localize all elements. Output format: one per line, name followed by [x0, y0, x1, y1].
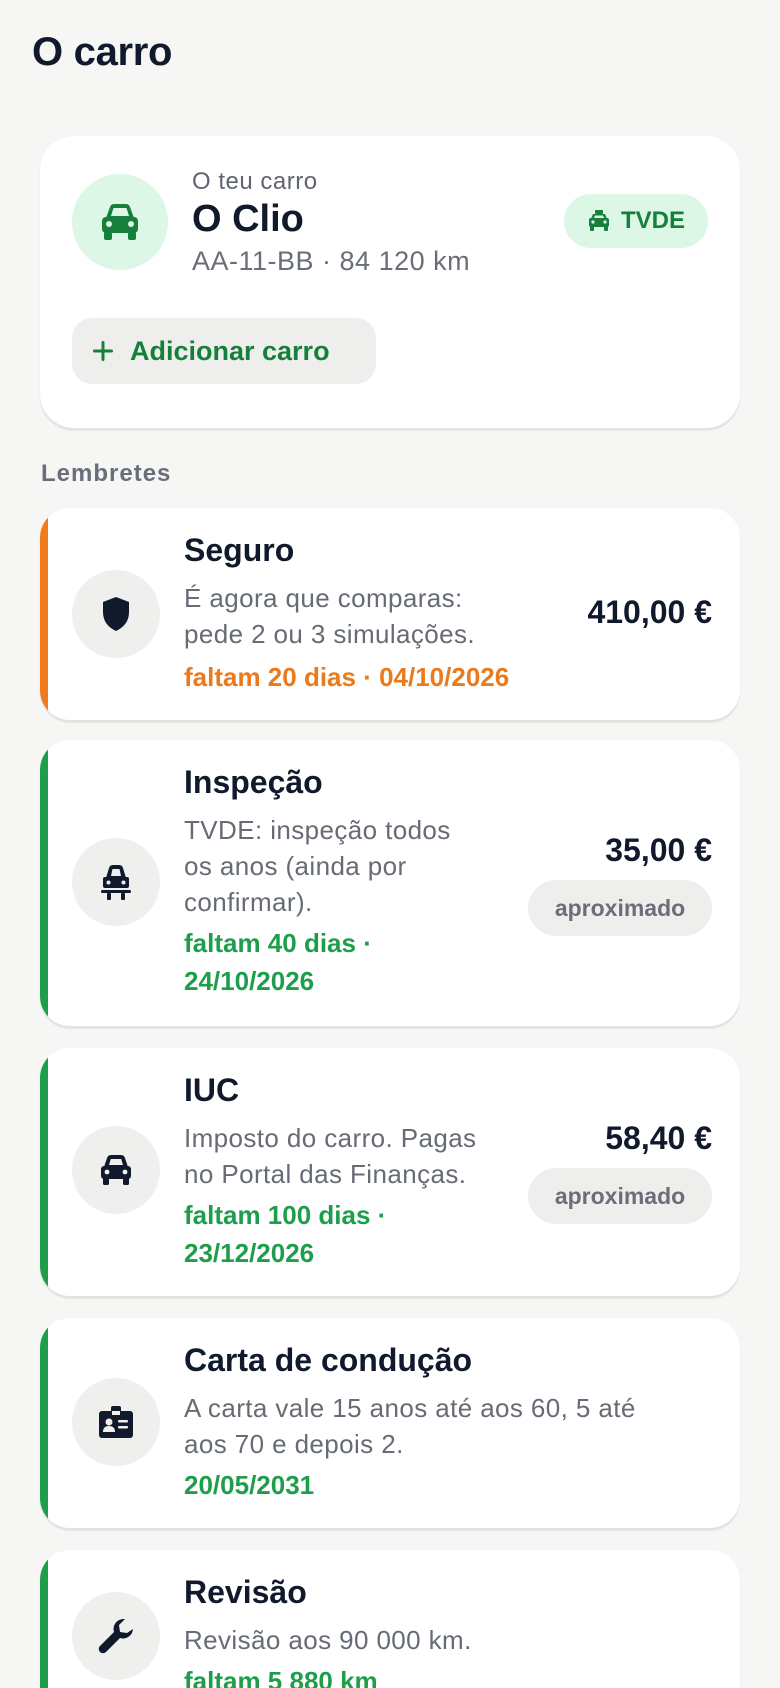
- reminder-title: Carta de condução: [184, 1342, 473, 1378]
- page-title: O carro: [32, 30, 173, 74]
- reminder-title: Inspeção: [184, 764, 323, 800]
- reminder-icon-circle: [72, 570, 160, 658]
- license-icon: [99, 1406, 133, 1438]
- reminders-section-label: Lembretes: [41, 460, 172, 487]
- reminder-description: Imposto do carro. Pagas no Portal das Fi…: [184, 1123, 477, 1189]
- car-name: O Clio: [192, 198, 304, 240]
- status-bar: [40, 1550, 48, 1688]
- reminder-card-seguro[interactable]: Seguro É agora que comparas: pede 2 ou 3…: [40, 508, 740, 720]
- car-icon: [102, 204, 138, 240]
- page: O carro O teu carro O Clio AA-11-BB · 84…: [0, 0, 780, 1688]
- reminder-description: A carta vale 15 anos até aos 60, 5 até a…: [184, 1393, 636, 1459]
- reminder-due: faltam 40 dias · 24/10/2026: [184, 928, 372, 996]
- reminder-due: faltam 20 dias · 04/10/2026: [184, 662, 510, 692]
- status-bar: [40, 1048, 48, 1296]
- reminder-due: 20/05/2031: [184, 1470, 315, 1500]
- reminder-icon-circle: [72, 838, 160, 926]
- car-icon: [101, 1155, 131, 1185]
- status-bar: [40, 1318, 48, 1528]
- reminder-icon-circle: [72, 1592, 160, 1680]
- reminder-description: É agora que comparas: pede 2 ou 3 simula…: [184, 583, 476, 649]
- approximate-badge: aproximado: [528, 1168, 712, 1224]
- car-card[interactable]: O teu carro O Clio AA-11-BB · 84 120 km …: [40, 136, 740, 428]
- reminder-amount: 35,00 €: [605, 832, 712, 868]
- add-car-label: Adicionar carro: [130, 335, 330, 366]
- tvde-badge-label: TVDE: [620, 207, 685, 234]
- status-bar: [40, 508, 48, 720]
- reminder-due: faltam 5 880 km: [184, 1666, 378, 1688]
- reminder-icon-circle: [72, 1126, 160, 1214]
- reminder-title: Seguro: [184, 532, 295, 568]
- plus-icon: [93, 341, 113, 361]
- reminder-card-iuc[interactable]: IUC Imposto do carro. Pagas no Portal da…: [40, 1048, 740, 1296]
- car-plate-mileage: AA-11-BB · 84 120 km: [192, 246, 471, 276]
- reminder-title: IUC: [184, 1072, 240, 1108]
- inspection-icon: [101, 865, 131, 900]
- add-car-button[interactable]: Adicionar carro: [72, 318, 376, 384]
- shield-icon: [103, 597, 129, 631]
- reminder-amount: 58,40 €: [605, 1120, 712, 1156]
- car-avatar: [72, 174, 168, 270]
- wrench-icon: [98, 1619, 133, 1654]
- reminder-icon-circle: [72, 1378, 160, 1466]
- taxi-icon: [588, 210, 609, 231]
- reminder-description: TVDE: inspeção todos os anos (ainda por …: [184, 815, 451, 917]
- reminder-card-inspecao[interactable]: Inspeção TVDE: inspeção todos os anos (a…: [40, 740, 740, 1026]
- reminder-card-revisao[interactable]: Revisão Revisão aos 90 000 km. faltam 5 …: [40, 1550, 740, 1688]
- reminder-card-carta[interactable]: Carta de condução A carta vale 15 anos a…: [40, 1318, 740, 1528]
- approximate-badge: aproximado: [528, 880, 712, 936]
- reminder-amount: 410,00 €: [587, 594, 712, 630]
- reminder-description: Revisão aos 90 000 km.: [184, 1625, 472, 1655]
- tvde-badge: TVDE: [564, 194, 708, 248]
- status-bar: [40, 740, 48, 1026]
- reminder-due: faltam 100 dias · 23/12/2026: [184, 1200, 387, 1268]
- car-eyebrow: O teu carro: [192, 168, 318, 195]
- reminder-title: Revisão: [184, 1574, 307, 1610]
